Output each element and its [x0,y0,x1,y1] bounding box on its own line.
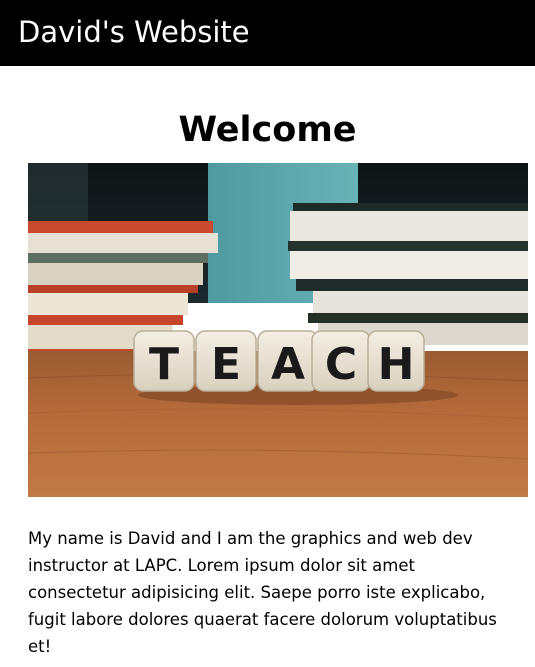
die-letter: H [378,339,415,390]
die-c: C [311,330,371,392]
die-e: E [195,330,257,392]
letter-dice: T E A C H [133,330,425,392]
die-letter: C [325,339,357,390]
site-title: David's Website [18,14,250,49]
die-letter: T [149,339,179,390]
site-header: David's Website [0,0,535,66]
die-letter: A [271,339,305,390]
die-letter: E [211,339,241,390]
page-heading: Welcome [178,110,357,150]
right-book-stack [288,203,528,345]
die-a: A [257,330,319,392]
intro-paragraph: My name is David and I am the graphics a… [28,529,497,656]
die-h: H [367,330,425,392]
hero-image: T E A C H [28,163,528,497]
die-t: T [133,330,195,392]
